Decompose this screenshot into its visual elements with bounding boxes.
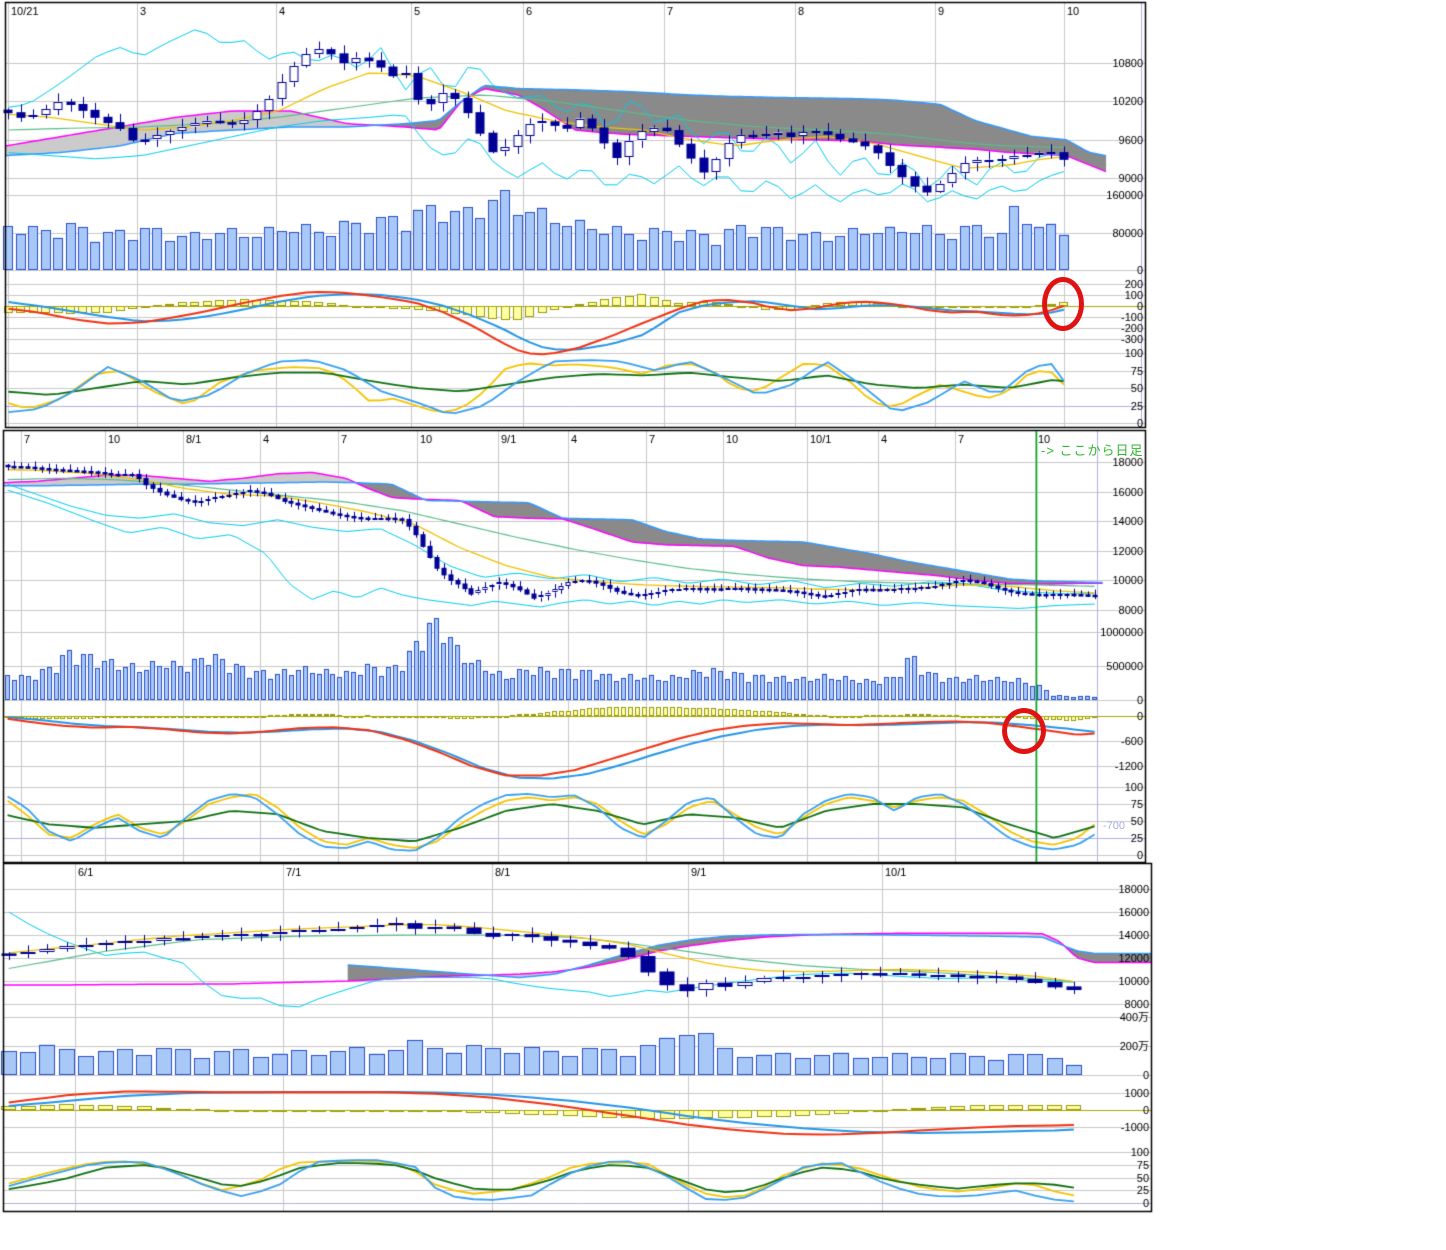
charts-canvas[interactable] bbox=[0, 0, 1446, 1250]
stock-charting-app-screen: -> ここから日足 -700 bbox=[0, 0, 1446, 1250]
